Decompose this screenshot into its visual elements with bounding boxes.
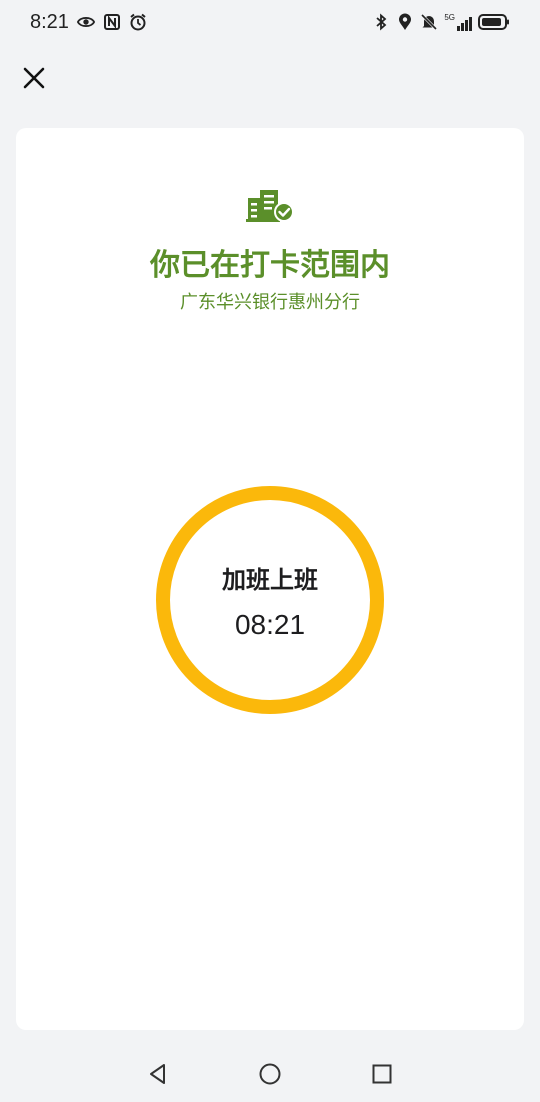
range-status-title: 你已在打卡范围内 — [150, 248, 390, 283]
recents-button[interactable] — [365, 1057, 399, 1091]
back-icon — [150, 1064, 165, 1084]
close-button[interactable] — [18, 62, 50, 94]
clock-in-time: 08:21 — [234, 608, 306, 640]
status-time: 8:21 — [30, 10, 69, 33]
location-icon — [399, 13, 412, 30]
navigation-bar — [0, 1046, 540, 1102]
screen: 8:21 5G 你已在打卡范围内 广东华兴银行惠州分行 加班上班 08:21 — [0, 0, 540, 1102]
recents-icon — [372, 1064, 392, 1084]
home-button[interactable] — [253, 1057, 287, 1091]
home-icon — [259, 1063, 281, 1085]
building-check-icon — [246, 190, 294, 222]
eye-icon — [76, 17, 95, 27]
clock-in-button[interactable]: 加班上班 08:21 — [156, 486, 384, 714]
close-icon — [23, 67, 45, 89]
status-right: 5G — [372, 13, 510, 31]
status-bar: 8:21 5G — [0, 0, 540, 44]
battery-icon — [478, 14, 509, 30]
mute-icon — [421, 13, 438, 31]
location-name: 广东华兴银行惠州分行 — [180, 292, 360, 313]
alarm-icon — [130, 13, 146, 31]
network-label: 5G — [444, 13, 455, 22]
back-button[interactable] — [141, 1057, 175, 1091]
nfc-icon — [103, 14, 120, 30]
signal-5g-icon: 5G — [444, 13, 472, 31]
clock-in-label: 加班上班 — [222, 565, 318, 594]
bluetooth-icon — [376, 13, 387, 31]
status-left: 8:21 — [30, 11, 147, 34]
clock-in-card: 你已在打卡范围内 广东华兴银行惠州分行 加班上班 08:21 — [16, 128, 524, 1030]
